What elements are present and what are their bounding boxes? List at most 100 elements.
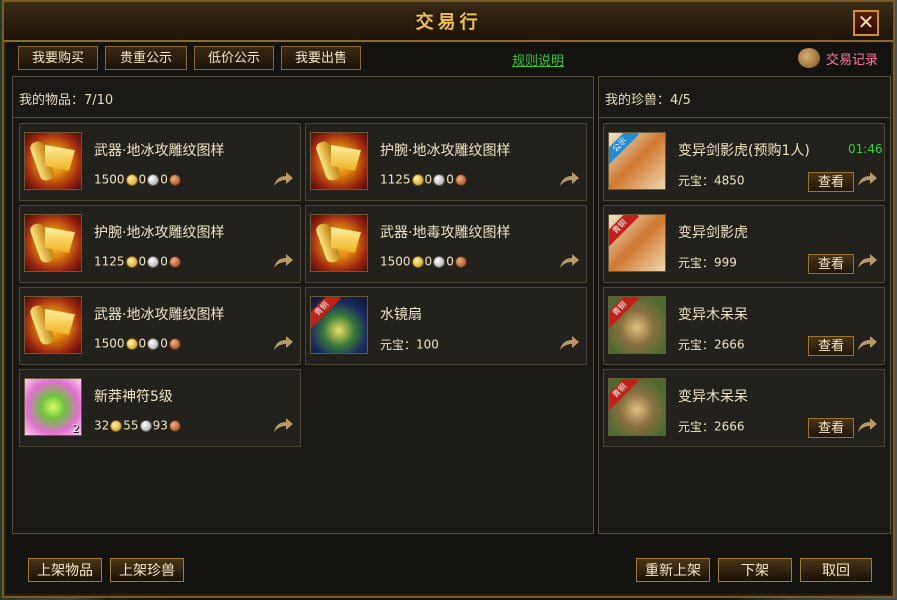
scroll-icon <box>24 132 82 190</box>
silver-amount: 0 <box>424 172 433 187</box>
share-arrow-icon[interactable] <box>856 170 878 188</box>
scroll-icon <box>310 214 368 272</box>
trade-log-label: 交易记录 <box>826 53 879 68</box>
item-name: 新莽神符5级 <box>94 389 173 405</box>
item-price: 1500 0 0 <box>380 254 468 270</box>
yuanbao-amount: 4850 <box>714 173 745 188</box>
close-button[interactable]: ✕ <box>853 10 879 36</box>
bronze-ribbon: 青铜 <box>311 297 342 329</box>
items-panel-header: 我的物品：7/10 <box>19 93 114 108</box>
gold-amount: 1500 <box>380 254 411 269</box>
gold-coin-icon <box>125 337 138 350</box>
bronze-ribbon: 青铜 <box>609 297 640 329</box>
pet-name: 变异木呆呆 <box>678 389 748 405</box>
tab-lowprice-notice[interactable]: 低价公示 <box>194 46 274 70</box>
wood-creature-icon: 青铜 <box>608 378 666 436</box>
item-slot[interactable]: 武器·地毒攻雕纹图样 1500 0 0 <box>305 205 587 283</box>
tab-valuable-notice[interactable]: 贵重公示 <box>105 46 187 70</box>
item-price: 元宝：100 <box>380 336 439 353</box>
copper-coin-icon <box>168 173 181 186</box>
item-slot[interactable]: 2 新莽神符5级 32 55 93 <box>19 369 301 447</box>
pet-name: 变异剑影虎 <box>678 225 748 241</box>
yuanbao-amount: 2666 <box>714 337 745 352</box>
share-arrow-icon[interactable] <box>856 416 878 434</box>
share-arrow-icon[interactable] <box>558 170 580 188</box>
gold-coin-icon <box>411 173 424 186</box>
scroll-icon <box>310 132 368 190</box>
item-slot[interactable]: 武器·地冰攻雕纹图样 1500 0 0 <box>19 287 301 365</box>
item-slot[interactable]: 武器·地冰攻雕纹图样 1500 0 0 <box>19 123 301 201</box>
delist-button[interactable]: 下架 <box>718 558 792 582</box>
divider <box>13 117 593 118</box>
item-price: 1125 0 0 <box>380 172 468 188</box>
talisman-icon: 2 <box>24 378 82 436</box>
share-arrow-icon[interactable] <box>558 334 580 352</box>
trade-window: 交易行 ✕ 我要购买 贵重公示 低价公示 我要出售 规则说明 交易记录 我的物品… <box>2 0 895 598</box>
pet-price: 元宝：999 <box>678 254 737 271</box>
yuanbao-amount: 999 <box>714 255 737 270</box>
item-slot[interactable]: 护腕·地冰攻雕纹图样 1125 0 0 <box>19 205 301 283</box>
pets-panel-header: 我的珍兽：4/5 <box>605 93 691 108</box>
view-button[interactable]: 查看 <box>808 418 854 438</box>
tab-buy[interactable]: 我要购买 <box>18 46 98 70</box>
item-name: 武器·地冰攻雕纹图样 <box>94 307 225 323</box>
copper-coin-icon <box>168 337 181 350</box>
silver-coin-icon <box>433 255 446 268</box>
pet-price: 元宝：2666 <box>678 336 745 353</box>
view-button[interactable]: 查看 <box>808 336 854 356</box>
pet-price: 元宝：2666 <box>678 418 745 435</box>
gold-coin-icon <box>110 419 123 432</box>
pet-slot[interactable]: 青铜 变异木呆呆 元宝：2666 查看 <box>603 369 885 447</box>
pet-slot[interactable]: 青铜 变异木呆呆 元宝：2666 查看 <box>603 287 885 365</box>
window-title: 交易行 <box>415 12 482 33</box>
silver-amount: 55 <box>123 418 139 433</box>
gold-coin-icon <box>125 255 138 268</box>
copper-amount: 0 <box>160 254 168 269</box>
countdown-timer: 01:46 <box>848 142 883 156</box>
copper-coin-icon <box>168 419 181 432</box>
pets-panel: 我的珍兽：4/5 公示 变异剑影虎(预购1人) 01:46 元宝：4850 查看… <box>598 76 891 534</box>
silver-coin-icon <box>433 173 446 186</box>
pet-price: 元宝：4850 <box>678 172 745 189</box>
item-slot[interactable]: 护腕·地冰攻雕纹图样 1125 0 0 <box>305 123 587 201</box>
scroll-bag-icon <box>798 48 820 68</box>
list-pet-button[interactable]: 上架珍兽 <box>110 558 184 582</box>
item-quantity: 2 <box>72 422 79 435</box>
yuanbao-label: 元宝： <box>678 338 715 352</box>
item-price: 1500 0 0 <box>94 336 182 352</box>
yuanbao-label: 元宝： <box>678 174 715 188</box>
retrieve-button[interactable]: 取回 <box>800 558 872 582</box>
pet-slot[interactable]: 公示 变异剑影虎(预购1人) 01:46 元宝：4850 查看 <box>603 123 885 201</box>
view-button[interactable]: 查看 <box>808 254 854 274</box>
item-slot[interactable]: 青铜 水镜扇 元宝：100 <box>305 287 587 365</box>
list-item-button[interactable]: 上架物品 <box>28 558 102 582</box>
share-arrow-icon[interactable] <box>272 416 294 434</box>
fan-icon: 青铜 <box>310 296 368 354</box>
silver-amount: 0 <box>138 254 147 269</box>
yuanbao-label: 元宝： <box>678 420 715 434</box>
bronze-ribbon: 青铜 <box>609 215 640 247</box>
tiger-icon: 公示 <box>608 132 666 190</box>
copper-amount: 0 <box>446 172 454 187</box>
share-arrow-icon[interactable] <box>558 252 580 270</box>
view-button[interactable]: 查看 <box>808 172 854 192</box>
pet-name: 变异木呆呆 <box>678 307 748 323</box>
rules-link[interactable]: 规则说明 <box>512 50 564 69</box>
scroll-icon <box>24 214 82 272</box>
share-arrow-icon[interactable] <box>272 334 294 352</box>
copper-coin-icon <box>454 255 467 268</box>
share-arrow-icon[interactable] <box>272 170 294 188</box>
relist-button[interactable]: 重新上架 <box>636 558 710 582</box>
item-price: 32 55 93 <box>94 418 182 434</box>
share-arrow-icon[interactable] <box>272 252 294 270</box>
copper-amount: 0 <box>160 172 168 187</box>
share-arrow-icon[interactable] <box>856 252 878 270</box>
gold-amount: 1125 <box>380 172 411 187</box>
divider <box>599 117 890 118</box>
tab-sell[interactable]: 我要出售 <box>281 46 361 70</box>
tiger-icon: 青铜 <box>608 214 666 272</box>
copper-amount: 93 <box>152 418 168 433</box>
share-arrow-icon[interactable] <box>856 334 878 352</box>
pet-slot[interactable]: 青铜 变异剑影虎 元宝：999 查看 <box>603 205 885 283</box>
yuanbao-amount: 100 <box>416 337 439 352</box>
